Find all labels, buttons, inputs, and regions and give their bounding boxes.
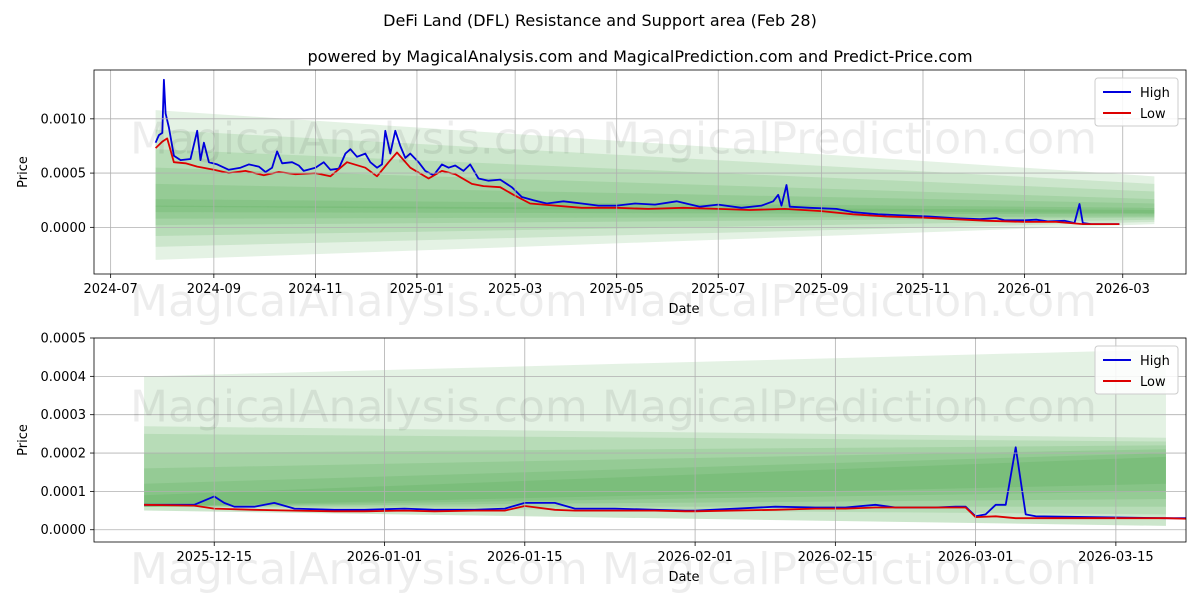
legend: High Low: [1094, 345, 1179, 395]
y-tick-label: 0.0000: [41, 523, 87, 538]
y-tick-label: 0.0002: [41, 447, 87, 462]
legend: High Low: [1094, 77, 1179, 127]
x-axis-label: Date: [668, 570, 699, 585]
watermark-text: MagicalPrediction.com: [602, 114, 1097, 165]
legend-label: Low: [1140, 107, 1166, 122]
figure-title: DeFi Land (DFL) Resistance and Support a…: [383, 11, 817, 30]
y-tick-label: 0.0001: [41, 485, 87, 500]
y-tick-label: 0.0003: [41, 408, 87, 423]
watermark-text: MagicalAnalysis.com: [130, 382, 588, 433]
y-tick-label: 0.0010: [41, 112, 87, 127]
watermark-text: MagicalAnalysis.com: [130, 276, 588, 327]
y-tick-label: 0.0005: [41, 332, 87, 347]
y-tick-label: 0.0004: [41, 370, 87, 385]
top-chart-panel: 2024-07 2024-09 2024-11 2025-01 2025-03 2025-…: [16, 69, 1187, 327]
figure-subtitle: powered by MagicalAnalysis.com and Magic…: [307, 47, 972, 66]
figure: DeFi Land (DFL) Resistance and Support a…: [16, 11, 1187, 595]
x-axis-label: Date: [668, 302, 699, 317]
watermark-text: MagicalAnalysis.com: [130, 544, 588, 595]
bottom-chart-panel: 2025-12-15 2026-01-01 2026-01-15 2026-02-01…: [16, 332, 1187, 595]
y-tick-label: 0.0000: [41, 221, 87, 236]
legend-label: Low: [1140, 375, 1166, 390]
y-tick-label: 0.0005: [41, 167, 87, 182]
legend-label: High: [1140, 354, 1170, 369]
watermark-text: MagicalAnalysis.com: [130, 114, 588, 165]
watermark-text: MagicalPrediction.com: [602, 382, 1097, 433]
y-axis-label: Price: [16, 424, 31, 456]
legend-label: High: [1140, 86, 1170, 101]
x-tick-label: 2026-03: [1096, 282, 1150, 297]
y-axis-label: Price: [16, 156, 31, 188]
